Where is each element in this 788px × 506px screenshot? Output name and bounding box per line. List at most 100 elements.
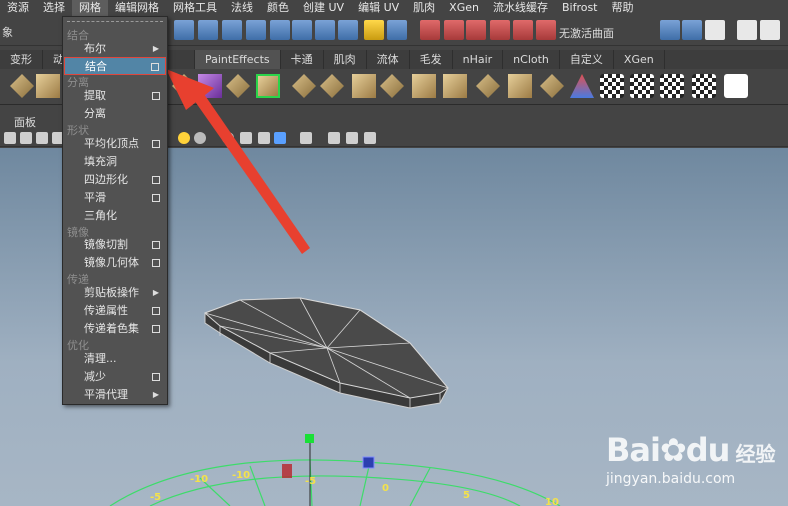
- share-icon[interactable]: [364, 132, 376, 144]
- pipe-icon[interactable]: [36, 74, 60, 98]
- snap-curve-icon[interactable]: [198, 20, 218, 40]
- menu-item-clipboard-actions[interactable]: 剪贴板操作 ▶: [64, 284, 166, 302]
- menu-muscle[interactable]: 肌肉: [406, 0, 442, 16]
- fill-hole-icon[interactable]: [508, 74, 532, 98]
- poly-tool-icon[interactable]: [172, 74, 196, 98]
- merge-icon[interactable]: [476, 74, 500, 98]
- smooth-icon[interactable]: [320, 74, 344, 98]
- shelf-tab-ncloth[interactable]: nCloth: [503, 50, 560, 69]
- ipr-render-icon[interactable]: [444, 20, 464, 40]
- option-box-icon[interactable]: [151, 63, 159, 71]
- option-box-icon[interactable]: [152, 373, 160, 381]
- light-icon[interactable]: [178, 132, 190, 144]
- menu-item-boolean[interactable]: 布尔 ▶: [64, 40, 166, 58]
- option-box-icon[interactable]: [152, 259, 160, 267]
- option-box-icon[interactable]: [152, 194, 160, 202]
- shelf-tab-toon[interactable]: 卡通: [281, 50, 324, 69]
- menu-item-extract[interactable]: 提取: [64, 87, 166, 105]
- option-box-icon[interactable]: [152, 307, 160, 315]
- combine-icon[interactable]: [256, 74, 280, 98]
- menu-item-transfer-shading-sets[interactable]: 传递着色集: [64, 320, 166, 338]
- motion-blur-icon[interactable]: [240, 132, 252, 144]
- option-box-icon[interactable]: [152, 176, 160, 184]
- shelf-tab-xgen[interactable]: XGen: [614, 50, 665, 69]
- menu-help[interactable]: 帮助: [605, 0, 641, 16]
- snap-surface-icon[interactable]: [270, 20, 290, 40]
- magnet-icon[interactable]: [513, 20, 533, 40]
- menu-color[interactable]: 颜色: [260, 0, 296, 16]
- clapper-icon[interactable]: [737, 20, 757, 40]
- option-box-icon[interactable]: [152, 92, 160, 100]
- menu-item-separate[interactable]: 分离: [64, 105, 166, 123]
- menu-item-triangulate[interactable]: 三角化: [64, 207, 166, 225]
- append-icon[interactable]: [443, 74, 467, 98]
- history-icon[interactable]: [387, 20, 407, 40]
- menu-item-reduce[interactable]: 减少: [64, 368, 166, 386]
- cone-icon[interactable]: [570, 74, 594, 98]
- option-box-icon[interactable]: [152, 140, 160, 148]
- uv-layout-icon[interactable]: [630, 74, 654, 98]
- panel-menu[interactable]: 面板: [14, 114, 36, 130]
- shelf-tab-custom[interactable]: 自定义: [560, 50, 614, 69]
- symmetry-icon[interactable]: [536, 20, 556, 40]
- shelf-tab-nhair[interactable]: nHair: [453, 50, 504, 69]
- hypershade-icon[interactable]: [490, 20, 510, 40]
- help-icon[interactable]: [338, 20, 358, 40]
- menu-edit-mesh[interactable]: 编辑网格: [108, 0, 166, 16]
- soften-icon[interactable]: [540, 74, 564, 98]
- ambient-occlusion-icon[interactable]: [222, 132, 234, 144]
- input-line-icon[interactable]: [660, 20, 680, 40]
- xray-icon[interactable]: [328, 132, 340, 144]
- menu-normals[interactable]: 法线: [224, 0, 260, 16]
- camera-icon[interactable]: [4, 132, 16, 144]
- separate-icon[interactable]: [292, 74, 316, 98]
- menu-item-mirror-cut[interactable]: 镜像切割: [64, 236, 166, 254]
- snap-grid-icon[interactable]: [174, 20, 194, 40]
- menu-select[interactable]: 选择: [36, 0, 72, 16]
- wireframe-icon[interactable]: [36, 132, 48, 144]
- menu-item-combine[interactable]: 结合: [64, 57, 166, 75]
- cube-face-icon[interactable]: [352, 74, 376, 98]
- menu-xgen[interactable]: XGen: [442, 0, 486, 16]
- anti-alias-icon[interactable]: [258, 132, 270, 144]
- shadow-icon[interactable]: [194, 132, 206, 144]
- shelf-tab-fur[interactable]: 毛发: [410, 50, 453, 69]
- menu-item-transfer-attributes[interactable]: 传递属性: [64, 302, 166, 320]
- extrude-icon[interactable]: [226, 74, 250, 98]
- shelf-tab-fluids[interactable]: 流体: [367, 50, 410, 69]
- multi-cut-icon[interactable]: [412, 74, 436, 98]
- menu-pipeline-cache[interactable]: 流水线缓存: [486, 0, 555, 16]
- menu-resources[interactable]: 资源: [0, 0, 36, 16]
- shelf-tab-painteffects[interactable]: PaintEffects: [195, 50, 281, 69]
- pyramid-icon[interactable]: [10, 74, 34, 98]
- tearoff-handle[interactable]: [67, 21, 163, 24]
- snap-view-icon[interactable]: [246, 20, 266, 40]
- menu-create-uv[interactable]: 创建 UV: [296, 0, 351, 16]
- grid-toggle-icon[interactable]: [20, 132, 32, 144]
- isolate-select-icon[interactable]: [300, 132, 312, 144]
- lock-icon[interactable]: [364, 20, 384, 40]
- menu-item-cleanup[interactable]: 清理...: [64, 350, 166, 368]
- output-line-icon[interactable]: [682, 20, 702, 40]
- attribute-editor-icon[interactable]: [705, 20, 725, 40]
- bevel-cube-icon[interactable]: [198, 74, 222, 98]
- menu-item-fill-hole[interactable]: 填充洞: [64, 153, 166, 171]
- menu-item-mirror-geometry[interactable]: 镜像几何体: [64, 254, 166, 272]
- menu-item-average-vertices[interactable]: 平均化顶点: [64, 135, 166, 153]
- menu-item-quadrangulate[interactable]: 四边形化: [64, 171, 166, 189]
- snap-live-icon[interactable]: [315, 20, 335, 40]
- menu-item-smooth[interactable]: 平滑: [64, 189, 166, 207]
- menu-item-smooth-proxy[interactable]: 平滑代理 ▶: [64, 386, 166, 404]
- xray-joints-icon[interactable]: [346, 132, 358, 144]
- option-box-icon[interactable]: [152, 241, 160, 249]
- render-icon[interactable]: [420, 20, 440, 40]
- depth-icon[interactable]: [274, 132, 286, 144]
- menu-edit-uv[interactable]: 编辑 UV: [351, 0, 406, 16]
- snap-points-icon[interactable]: [292, 20, 312, 40]
- uv-editor-icon[interactable]: [724, 74, 748, 98]
- shelf-tab-muscle[interactable]: 肌肉: [324, 50, 367, 69]
- render-settings-icon[interactable]: [466, 20, 486, 40]
- uv-checker-icon[interactable]: [600, 74, 624, 98]
- shelf-tab-deform[interactable]: 变形: [0, 50, 43, 69]
- snap-point-icon[interactable]: [222, 20, 242, 40]
